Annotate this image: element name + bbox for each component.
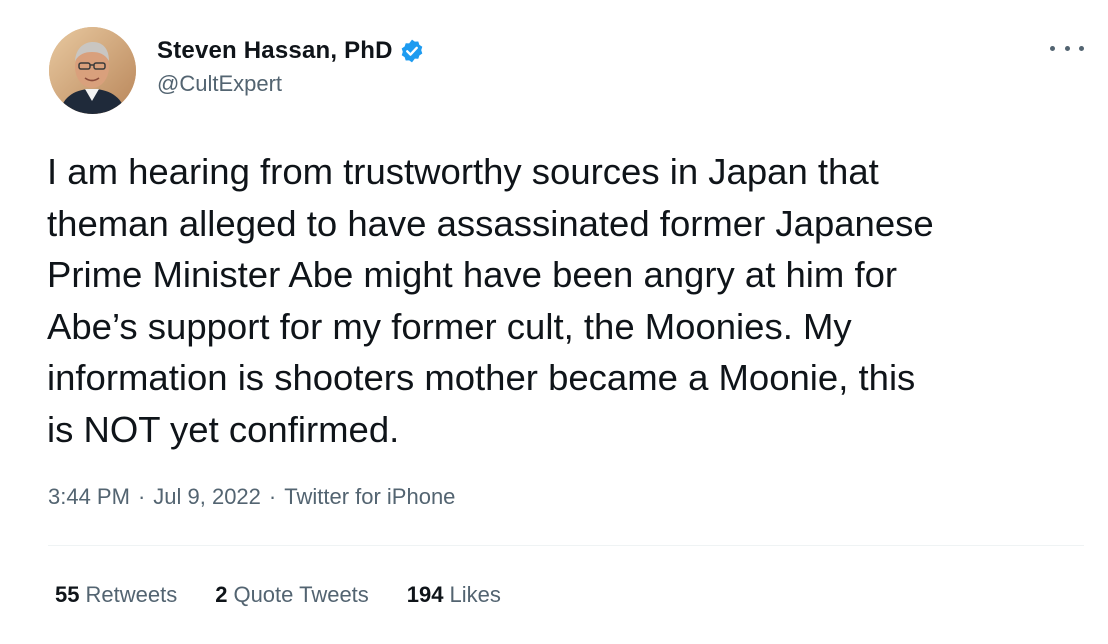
tweet-date[interactable]: Jul 9, 2022 — [153, 484, 261, 510]
retweets-label: Retweets — [85, 582, 178, 607]
quote-tweets-stat[interactable]: 2 Quote Tweets — [215, 582, 369, 608]
likes-label: Likes — [449, 582, 501, 607]
author-name-row: Steven Hassan, PhD — [157, 35, 425, 67]
meta-separator: · — [137, 484, 146, 509]
tweet-text: I am hearing from trustworthy sources in… — [47, 151, 934, 450]
ellipsis-icon — [1079, 45, 1084, 51]
author-avatar[interactable] — [49, 27, 136, 114]
likes-stat[interactable]: 194 Likes — [407, 582, 501, 608]
tweet-source[interactable]: Twitter for iPhone — [284, 484, 455, 510]
tweet-card: Steven Hassan, PhD @CultExpert I am hear… — [0, 0, 1108, 644]
divider — [48, 545, 1084, 546]
author-info: Steven Hassan, PhD @CultExpert — [157, 35, 425, 97]
likes-count: 194 — [406, 582, 444, 607]
quote-tweets-label: Quote Tweets — [233, 582, 369, 607]
quote-tweets-count: 2 — [215, 582, 228, 607]
retweets-stat[interactable]: 55 Retweets — [55, 582, 177, 608]
tweet-stats: 55 Retweets 2 Quote Tweets 194 Likes — [55, 582, 539, 608]
ellipsis-icon — [1050, 45, 1055, 51]
meta-separator: · — [268, 484, 277, 509]
tweet-time[interactable]: 3:44 PM — [48, 484, 130, 510]
retweets-count: 55 — [55, 582, 80, 607]
verified-badge-icon — [399, 38, 425, 64]
author-handle[interactable]: @CultExpert — [157, 71, 425, 97]
more-options-button[interactable] — [1050, 38, 1084, 58]
tweet-metadata: 3:44 PM · Jul 9, 2022 · Twitter for iPho… — [48, 484, 455, 510]
avatar-photo-icon — [49, 27, 136, 114]
author-display-name[interactable]: Steven Hassan, PhD — [157, 37, 393, 65]
ellipsis-icon — [1064, 45, 1070, 51]
